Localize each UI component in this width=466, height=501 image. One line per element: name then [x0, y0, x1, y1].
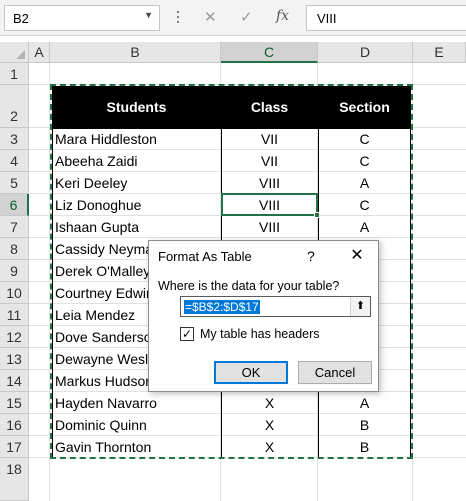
range-prompt-label: Where is the data for your table?	[158, 279, 340, 293]
row-header-15[interactable]: 15	[0, 392, 29, 414]
name-box-value: B2	[13, 11, 29, 26]
ok-button[interactable]: OK	[214, 361, 288, 384]
dialog-title: Format As Table	[158, 249, 252, 264]
chevron-down-icon[interactable]: ▼	[144, 10, 153, 20]
enter-icon[interactable]: ✓	[240, 8, 253, 26]
row-header-14[interactable]: 14	[0, 370, 29, 392]
row-header-4[interactable]: 4	[0, 150, 29, 172]
column-header-a[interactable]: A	[29, 42, 50, 63]
row-header-8[interactable]: 8	[0, 238, 29, 260]
row-header-11[interactable]: 11	[0, 304, 29, 326]
row-header-10[interactable]: 10	[0, 282, 29, 304]
formula-input-value: VIII	[317, 11, 337, 26]
column-header-b[interactable]: B	[50, 42, 221, 63]
row-header-6[interactable]: 6	[0, 194, 29, 216]
row-header-12[interactable]: 12	[0, 326, 29, 348]
formula-bar: B2 ▼ ✕ ✓ fx VIII	[0, 0, 466, 36]
has-headers-label[interactable]: My table has headers	[200, 327, 320, 341]
row-header-2[interactable]: 2	[0, 85, 29, 128]
range-input[interactable]: =$B$2:$D$17 ⬆	[180, 296, 371, 317]
row-header-5[interactable]: 5	[0, 172, 29, 194]
column-header-c[interactable]: C	[221, 42, 318, 63]
collapse-dialog-icon[interactable]: ⬆	[350, 297, 370, 316]
insert-function-icon[interactable]: fx	[276, 8, 289, 24]
formula-buttons: ✕ ✓ fx	[192, 5, 304, 31]
close-icon[interactable]: ✕	[346, 245, 368, 267]
column-header-d[interactable]: D	[318, 42, 413, 63]
help-icon[interactable]: ?	[307, 248, 315, 264]
row-header-7[interactable]: 7	[0, 216, 29, 238]
name-box[interactable]: B2 ▼	[4, 5, 160, 31]
row-header-18[interactable]: 18	[0, 458, 29, 501]
cancel-button[interactable]: Cancel	[298, 361, 372, 384]
format-as-table-dialog: Format As Table ? ✕ Where is the data fo…	[148, 240, 379, 392]
row-header-16[interactable]: 16	[0, 414, 29, 436]
range-input-value: =$B$2:$D$17	[184, 300, 260, 314]
cancel-icon[interactable]: ✕	[204, 8, 217, 26]
row-header-1[interactable]: 1	[0, 63, 29, 85]
select-all-button[interactable]	[0, 42, 29, 63]
drag-handle-icon[interactable]	[177, 11, 180, 25]
has-headers-checkbox[interactable]: ✓	[180, 327, 194, 341]
column-header-e[interactable]: E	[413, 42, 466, 63]
row-header-3[interactable]: 3	[0, 128, 29, 150]
formula-input[interactable]: VIII	[306, 5, 466, 31]
row-header-13[interactable]: 13	[0, 348, 29, 370]
row-header-17[interactable]: 17	[0, 436, 29, 458]
select-all-icon	[16, 50, 25, 59]
row-header-9[interactable]: 9	[0, 260, 29, 282]
